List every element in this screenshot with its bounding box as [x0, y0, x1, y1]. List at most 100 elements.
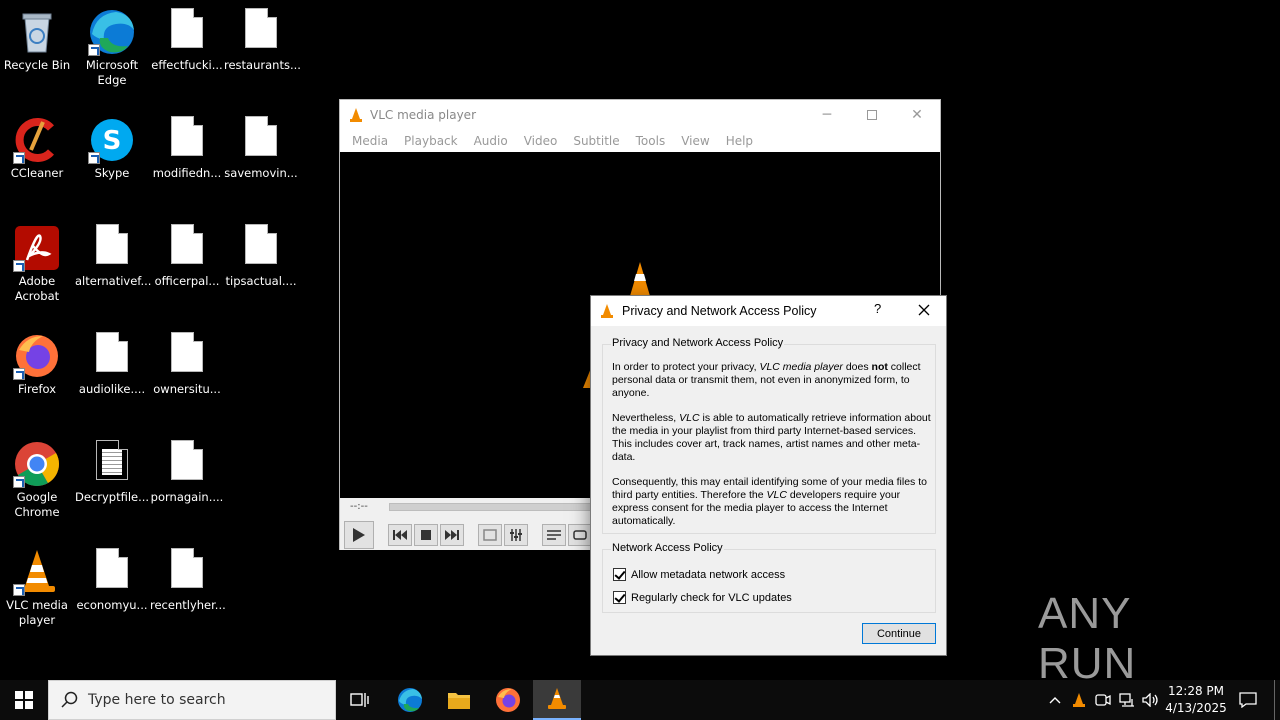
taskbar-file-explorer[interactable]	[435, 680, 483, 720]
network-icon	[1119, 693, 1134, 707]
desktop-icon-file[interactable]: officerpal...	[150, 224, 224, 289]
menu-subtitle[interactable]: Subtitle	[565, 134, 627, 148]
file-icon	[88, 332, 136, 380]
desktop-icon-file[interactable]: pornagain....	[150, 440, 224, 505]
desktop-icon-adobe-acrobat[interactable]: Adobe Acrobat	[0, 224, 74, 304]
tray-vlc[interactable]	[1069, 680, 1089, 720]
menu-video[interactable]: Video	[516, 134, 566, 148]
checkbox-checked-icon	[613, 568, 626, 581]
vlc-cone-icon	[13, 548, 61, 596]
desktop-icon-microsoft-edge[interactable]: Microsoft Edge	[75, 8, 149, 88]
dialog-close-button[interactable]	[909, 298, 939, 322]
firefox-icon	[496, 688, 520, 712]
adobe-acrobat-icon	[13, 224, 61, 272]
action-center-button[interactable]	[1236, 680, 1260, 720]
shortcut-arrow-icon	[88, 44, 100, 56]
desktop-icon-label: audiolike....	[78, 382, 146, 396]
menu-media[interactable]: Media	[344, 134, 396, 148]
skype-icon: S	[88, 116, 136, 164]
fullscreen-button[interactable]	[478, 524, 502, 546]
previous-button[interactable]	[388, 524, 412, 546]
text-italic: VLC media player	[759, 361, 843, 373]
desktop-icon-label: CCleaner	[10, 166, 64, 180]
taskbar-firefox[interactable]	[484, 680, 532, 720]
desktop-icon-file[interactable]: alternativef...	[75, 224, 151, 289]
desktop-icon-label: economyu...	[76, 598, 148, 612]
desktop-icon-label: restaurants...	[224, 58, 301, 72]
close-icon	[918, 304, 930, 316]
menu-audio[interactable]: Audio	[466, 134, 516, 148]
desktop-icon-skype[interactable]: S Skype	[75, 116, 149, 181]
play-button[interactable]	[344, 521, 374, 549]
shortcut-arrow-icon	[88, 152, 100, 164]
taskbar-vlc[interactable]	[533, 680, 581, 720]
menu-view[interactable]: View	[673, 134, 717, 148]
desktop-icon-file[interactable]: savemovin...	[224, 116, 298, 181]
tray-network[interactable]	[1117, 680, 1137, 720]
desktop-icon-google-chrome[interactable]: Google Chrome	[0, 440, 74, 520]
menu-help[interactable]: Help	[718, 134, 761, 148]
desktop-icon-label: savemovin...	[224, 166, 298, 180]
tray-volume[interactable]	[1141, 680, 1161, 720]
menu-playback[interactable]: Playback	[396, 134, 466, 148]
maximize-button[interactable]	[849, 100, 895, 130]
desktop-icon-file[interactable]: Decryptfile...	[75, 440, 149, 505]
start-button[interactable]	[0, 680, 48, 720]
show-hidden-icons-button[interactable]	[1046, 680, 1064, 720]
privacy-paragraph-2: Nevertheless, VLC is able to automatical…	[612, 412, 934, 464]
desktop-icon-file[interactable]: audiolike....	[75, 332, 149, 397]
update-check-checkbox[interactable]: Regularly check for VLC updates	[613, 591, 792, 604]
desktop-icon-file[interactable]: economyu...	[75, 548, 149, 613]
clock-time: 12:28 PM	[1168, 684, 1224, 698]
taskbar-search-box[interactable]: Type here to search	[48, 680, 336, 720]
show-desktop-divider[interactable]	[1274, 680, 1275, 720]
stop-button[interactable]	[414, 524, 438, 546]
tray-meet-now[interactable]	[1093, 680, 1113, 720]
task-view-button[interactable]	[336, 680, 384, 720]
loop-button[interactable]	[568, 524, 592, 546]
minimize-button[interactable]: ─	[804, 100, 850, 130]
help-button[interactable]: ?	[874, 301, 881, 316]
previous-icon	[393, 530, 407, 540]
desktop-icon-label: pornagain....	[150, 490, 224, 504]
desktop-icon-label: Recycle Bin	[3, 58, 71, 72]
metadata-access-checkbox[interactable]: Allow metadata network access	[613, 568, 785, 581]
vlc-cone-icon	[630, 262, 650, 296]
dialog-titlebar[interactable]: Privacy and Network Access Policy	[591, 296, 946, 326]
shortcut-arrow-icon	[13, 152, 25, 164]
desktop-icon-recycle-bin[interactable]: Recycle Bin	[0, 8, 74, 73]
svg-text:S: S	[103, 126, 122, 156]
desktop-icon-file[interactable]: modifiedn...	[150, 116, 224, 181]
taskbar-edge[interactable]	[386, 680, 434, 720]
extended-settings-button[interactable]	[504, 524, 528, 546]
close-button[interactable]: ✕	[894, 100, 940, 130]
next-button[interactable]	[440, 524, 464, 546]
equalizer-icon	[510, 529, 522, 541]
checkbox-label: Allow metadata network access	[631, 568, 786, 581]
taskbar: Type here to search 12:28 PM 4/13/2025	[0, 680, 1280, 720]
desktop-icon-ccleaner[interactable]: CCleaner	[0, 116, 74, 181]
vlc-cone-icon	[601, 304, 613, 318]
desktop-icon-file[interactable]: effectfucki...	[150, 8, 224, 73]
desktop-icon-firefox[interactable]: Firefox	[0, 332, 74, 397]
playlist-button[interactable]	[542, 524, 566, 546]
desktop-icon-vlc[interactable]: VLC media player	[0, 548, 74, 628]
desktop-icon-file[interactable]: recentlyher...	[150, 548, 226, 613]
file-icon	[163, 8, 211, 56]
desktop-icon-file[interactable]: tipsactual....	[224, 224, 298, 289]
desktop-icon-label: Adobe Acrobat	[14, 274, 60, 303]
taskbar-clock[interactable]: 12:28 PM 4/13/2025	[1163, 683, 1229, 717]
play-icon	[353, 528, 365, 542]
desktop-icon-file[interactable]: ownersitu...	[150, 332, 224, 397]
shortcut-arrow-icon	[13, 368, 25, 380]
menu-tools[interactable]: Tools	[628, 134, 674, 148]
desktop-icon-file[interactable]: restaurants...	[224, 8, 301, 73]
continue-button[interactable]: Continue	[862, 623, 936, 644]
minimize-icon: ─	[822, 107, 832, 123]
search-icon	[61, 691, 78, 708]
text-italic: VLC	[766, 489, 787, 501]
seek-slider[interactable]	[389, 503, 599, 511]
file-icon	[163, 332, 211, 380]
maximize-icon	[867, 110, 877, 120]
shortcut-arrow-icon	[13, 584, 25, 596]
